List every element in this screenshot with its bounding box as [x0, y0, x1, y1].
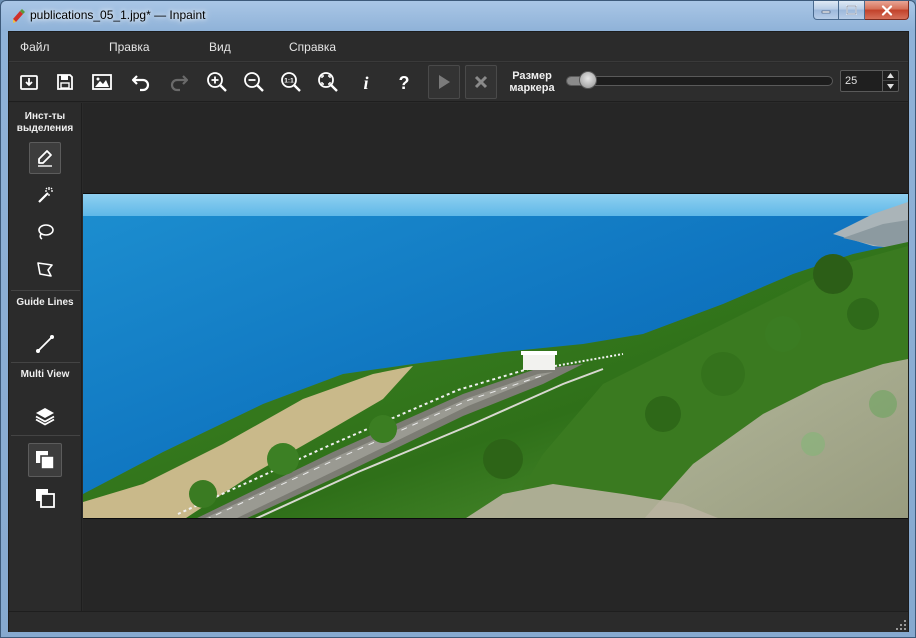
undo-icon — [131, 75, 150, 92]
marker-size-label: Размер маркера — [509, 70, 555, 94]
spin-up-button[interactable] — [883, 71, 898, 81]
save-icon — [57, 74, 73, 90]
redo-icon — [170, 75, 189, 92]
save-button[interactable] — [50, 67, 80, 97]
client-area: Файл Правка Вид Справка 1:1 i ? Размер м… — [8, 31, 909, 632]
panel-divider — [11, 290, 80, 291]
cancel-icon — [474, 75, 488, 89]
minimize-button[interactable] — [813, 1, 839, 20]
marker-size-slider-thumb[interactable] — [579, 71, 597, 89]
svg-text:i: i — [363, 73, 368, 92]
spin-down-button[interactable] — [883, 81, 898, 91]
resize-grip-icon[interactable] — [896, 620, 906, 630]
arrow-up-icon — [887, 73, 894, 78]
menu-help[interactable]: Справка — [289, 40, 336, 54]
overlap-squares-outline-icon — [36, 489, 55, 508]
status-bar — [9, 611, 908, 632]
polygon-lasso-icon — [37, 262, 53, 277]
image-canvas[interactable] — [83, 103, 908, 611]
undo-button[interactable] — [126, 67, 156, 97]
run-inpaint-button[interactable] — [428, 65, 460, 99]
view-result-button[interactable] — [29, 482, 61, 514]
magic-wand-tool-button[interactable] — [29, 179, 61, 211]
app-window: publications_05_1.jpg* — Inpaint Файл Пр… — [0, 0, 916, 638]
info-icon: i — [363, 73, 368, 92]
run-icon — [439, 75, 450, 89]
zoom-in-icon — [207, 72, 227, 92]
photo-coastal-road[interactable] — [83, 193, 908, 519]
tools-panel: Инст-ты выделения Guide Lines Multi View — [9, 103, 82, 611]
zoom-actual-icon: 1:1 — [281, 72, 301, 92]
spin-buttons — [882, 71, 898, 91]
minimize-icon — [821, 10, 831, 14]
polygon-lasso-tool-button[interactable] — [29, 253, 61, 285]
guide-line-tool-button[interactable] — [29, 328, 61, 360]
menu-file[interactable]: Файл — [20, 40, 50, 54]
guide-line-icon — [36, 335, 54, 353]
cancel-button[interactable] — [465, 65, 497, 99]
menu-edit[interactable]: Правка — [109, 40, 150, 54]
zoom-fit-button[interactable] — [313, 67, 343, 97]
marker-tool-button[interactable] — [29, 142, 61, 174]
image-icon — [92, 74, 112, 90]
app-logo-icon — [10, 8, 26, 24]
zoom-out-icon — [244, 72, 264, 92]
overlap-squares-icon — [36, 451, 55, 470]
redo-button[interactable] — [164, 67, 194, 97]
svg-text:?: ? — [399, 73, 410, 92]
info-button[interactable]: i — [351, 67, 381, 97]
lasso-tool-button[interactable] — [29, 216, 61, 248]
window-controls — [813, 1, 909, 21]
multi-view-layers-button[interactable] — [29, 400, 61, 432]
marker-pen-icon — [38, 150, 52, 167]
marker-size-input[interactable] — [841, 71, 883, 91]
menu-bar: Файл Правка Вид Справка — [9, 32, 908, 62]
help-button[interactable]: ? — [389, 67, 419, 97]
help-icon: ? — [399, 73, 410, 92]
maximize-icon — [846, 5, 857, 15]
zoom-out-button[interactable] — [239, 67, 269, 97]
svg-text:1:1: 1:1 — [284, 78, 294, 85]
photo-image — [83, 194, 908, 518]
toolbar: 1:1 i ? Размер маркера 25 — [9, 63, 908, 102]
marker-size-spinbox — [840, 70, 899, 92]
arrow-down-icon — [887, 83, 894, 89]
selection-tools-title: Инст-ты выделения — [16, 111, 74, 134]
zoom-fit-icon — [318, 72, 338, 92]
maximize-button[interactable] — [839, 1, 865, 20]
window-title: publications_05_1.jpg* — Inpaint — [30, 8, 206, 22]
image-button[interactable] — [87, 67, 117, 97]
view-original-button[interactable] — [28, 443, 62, 477]
zoom-actual-size-button[interactable]: 1:1 — [276, 67, 306, 97]
panel-divider — [11, 435, 80, 436]
magic-wand-icon — [38, 187, 53, 203]
lasso-icon — [38, 224, 54, 240]
menu-view[interactable]: Вид — [209, 40, 231, 54]
panel-divider — [11, 362, 80, 363]
close-icon — [881, 4, 892, 16]
guide-lines-title: Guide Lines — [16, 297, 74, 308]
close-button[interactable] — [865, 1, 909, 20]
title-bar[interactable]: publications_05_1.jpg* — Inpaint — [1, 1, 915, 31]
zoom-in-button[interactable] — [202, 67, 232, 97]
open-button[interactable] — [14, 67, 44, 97]
layers-icon — [35, 408, 55, 426]
marker-size-slider[interactable] — [566, 76, 833, 86]
open-icon — [20, 75, 38, 90]
multi-view-title: Multi View — [20, 369, 70, 380]
